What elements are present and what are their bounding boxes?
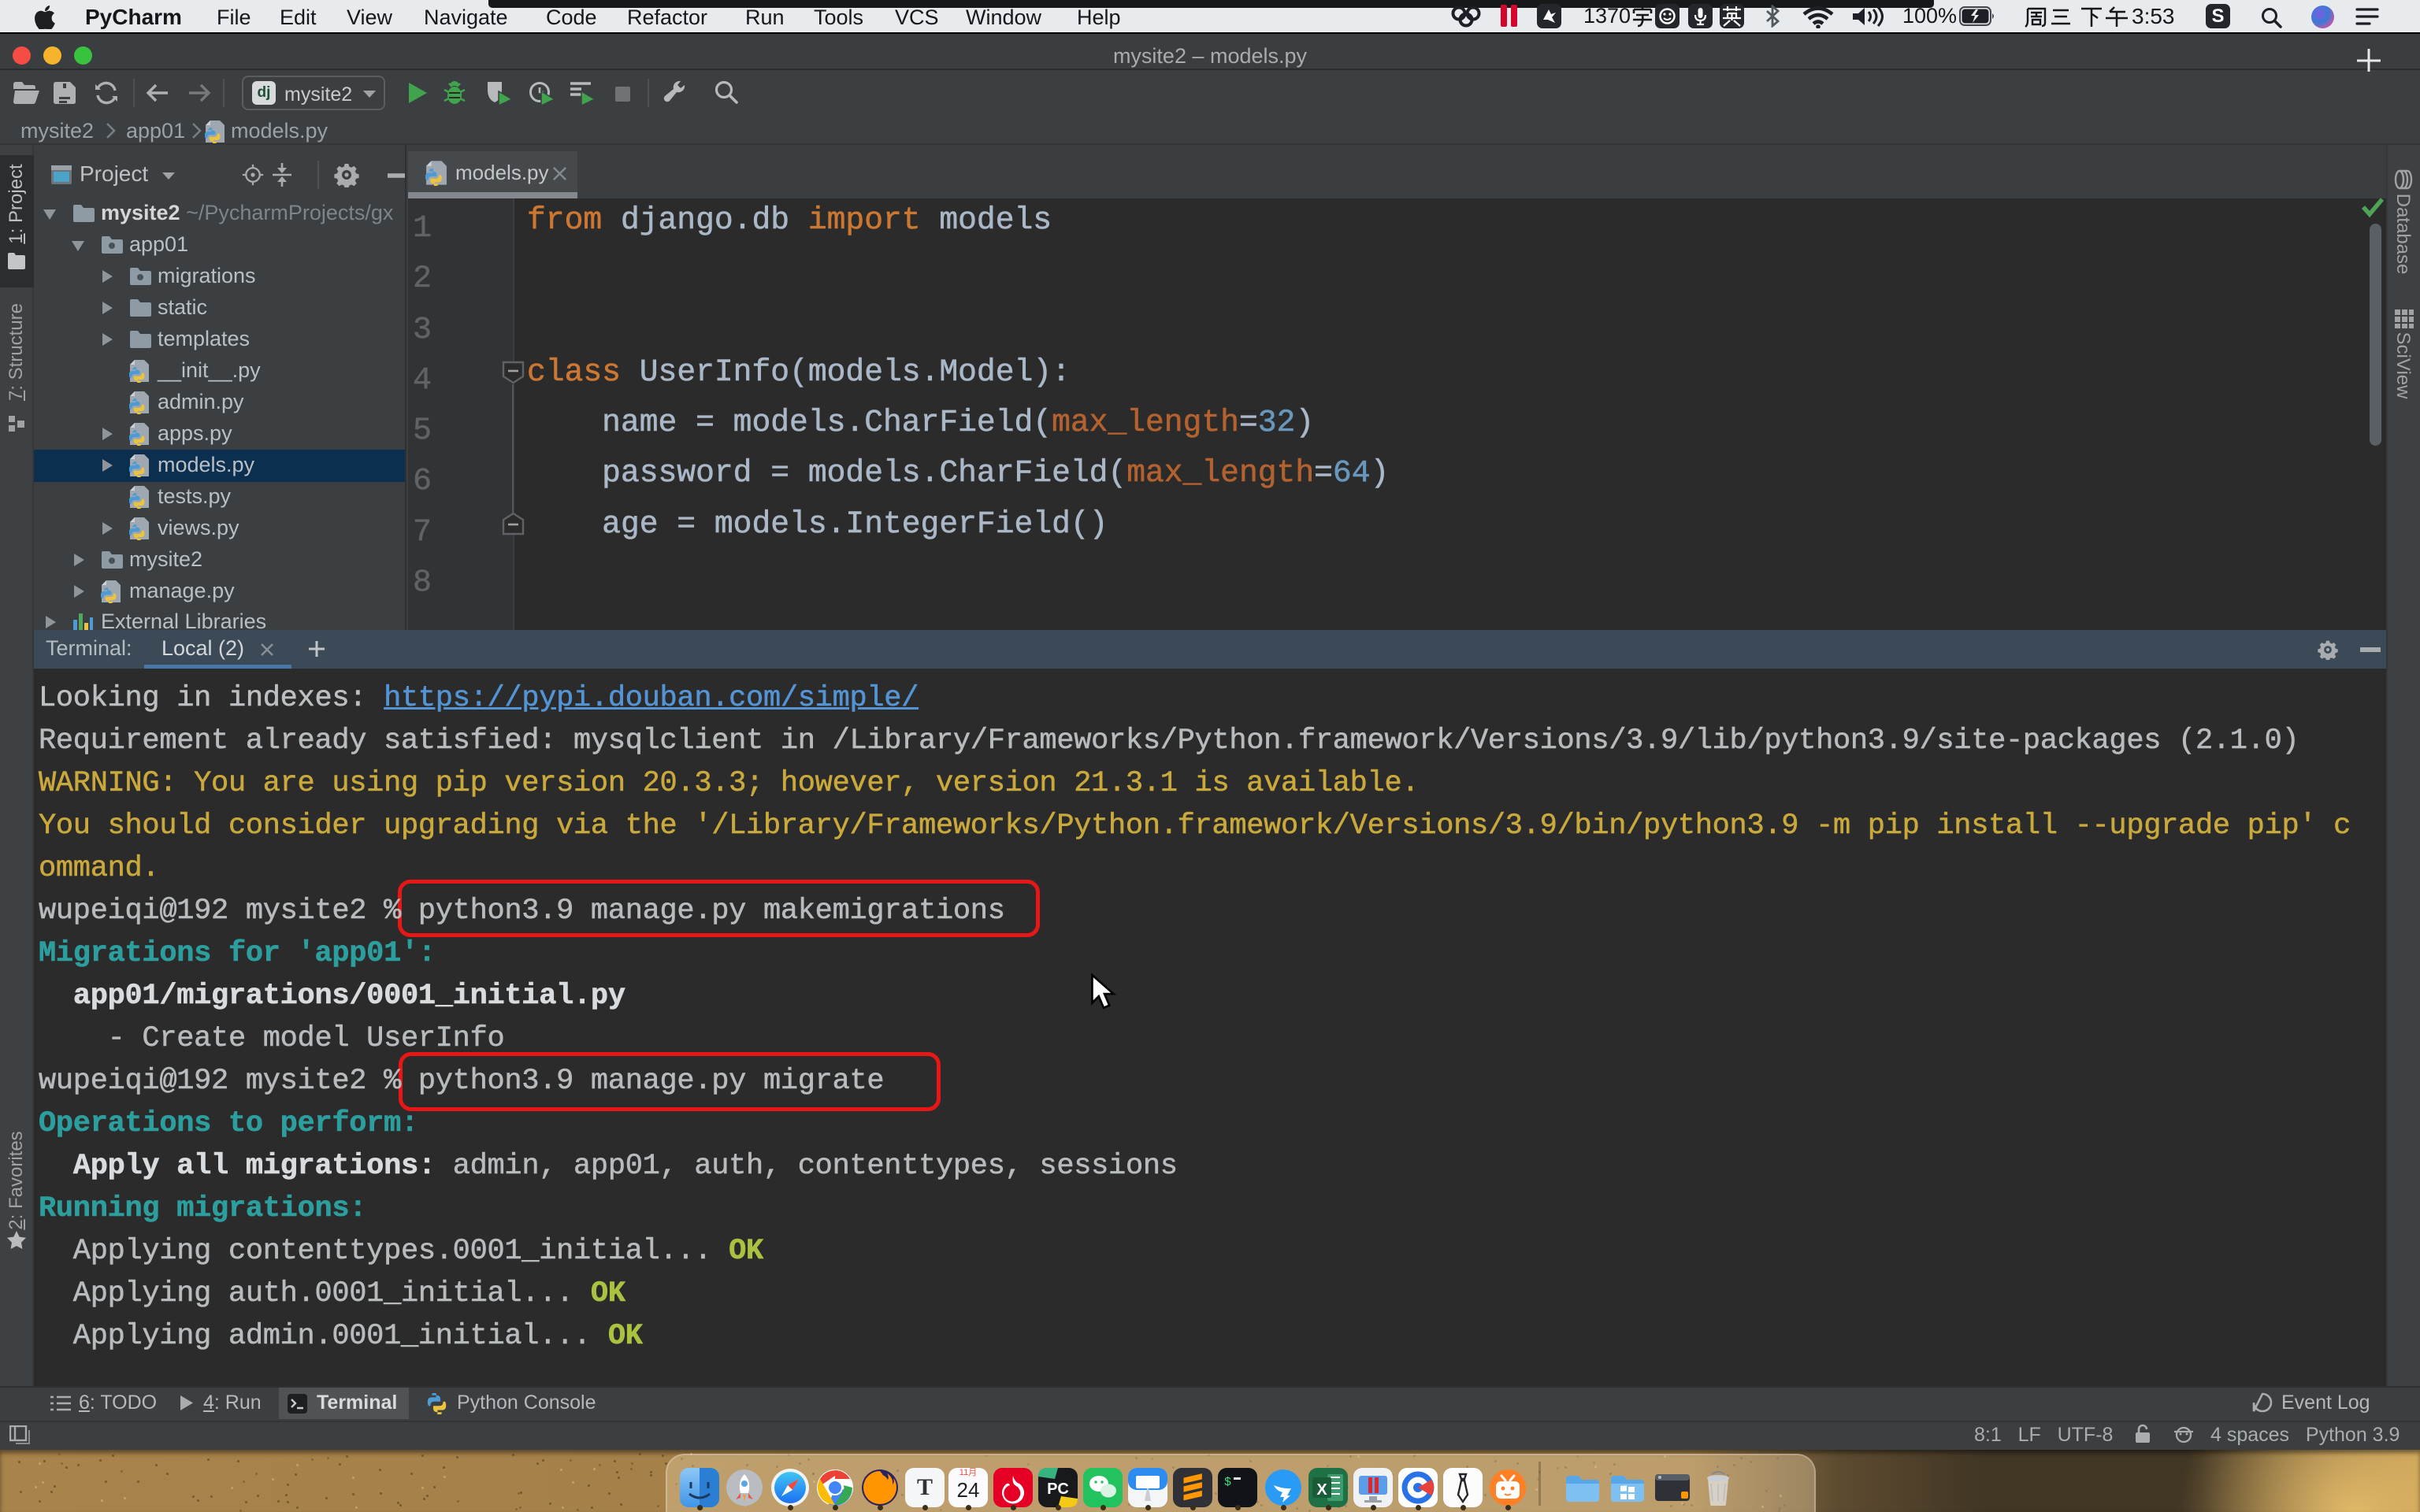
svg-text:X: X xyxy=(1316,1481,1327,1499)
svg-text:PC: PC xyxy=(1047,1480,1069,1498)
svg-text:$: $ xyxy=(1224,1476,1231,1489)
